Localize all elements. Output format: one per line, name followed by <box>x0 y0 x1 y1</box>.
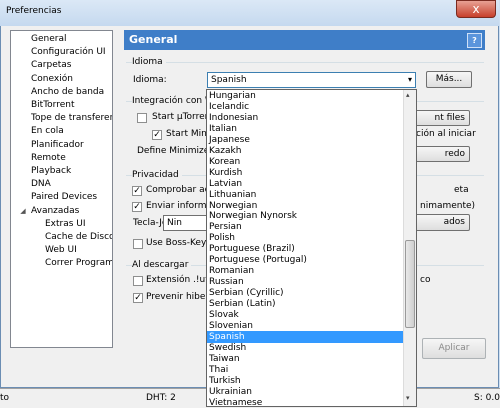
help-button[interactable]: ? <box>467 33 482 48</box>
dropdown-scrollbar[interactable]: ▴ ▾ <box>403 90 416 406</box>
idioma-group-label: Idioma <box>132 57 166 67</box>
tree-item[interactable]: Configuración UI <box>31 46 106 59</box>
association-startup-label: ción al iniciar <box>416 129 476 139</box>
tree-child-item[interactable]: Correr Programa <box>45 257 112 270</box>
window-title: Preferencias <box>6 6 62 16</box>
collapse-expander-icon[interactable]: ◢ <box>19 207 27 215</box>
tree-item[interactable]: Conexión <box>31 73 73 86</box>
tree-item[interactable]: En cola <box>31 125 64 138</box>
tree-item[interactable]: Remote <box>31 152 66 165</box>
tree-item[interactable]: Carpetas <box>31 59 71 72</box>
tree-item[interactable]: Tope de transferencia <box>31 112 112 125</box>
language-select[interactable]: Spanish ▾ <box>207 72 416 88</box>
section-title: General <box>129 33 178 46</box>
tree-item[interactable]: Playback <box>31 165 71 178</box>
tree-item[interactable]: Ancho de banda <box>31 86 104 99</box>
more-languages-button[interactable]: Más... <box>426 71 472 88</box>
boss-key-field[interactable]: Nin <box>163 215 207 231</box>
section-header: General ? <box>124 30 485 50</box>
prevent-hibernate-checkbox[interactable]: ✓ <box>133 293 143 303</box>
start-utorrent-checkbox[interactable] <box>137 113 147 123</box>
scroll-down-icon[interactable]: ▾ <box>406 394 410 402</box>
advanced-button[interactable]: ados <box>410 214 470 231</box>
start-utorrent-label: Start µTorrent <box>152 112 214 122</box>
status-dht: DHT: 2 <box>146 393 176 403</box>
scroll-up-icon[interactable]: ▴ <box>406 91 410 99</box>
redo-button[interactable]: redo <box>410 146 470 162</box>
send-info-checkbox[interactable]: ✓ <box>132 202 142 212</box>
idioma-group-line <box>126 62 484 63</box>
eta-text: eta <box>454 185 469 195</box>
idioma-label: Idioma: <box>133 75 167 85</box>
chevron-down-icon: ▾ <box>407 75 412 84</box>
status-right: S: 0.0 <box>474 393 500 403</box>
download-group-label: Al descargar <box>132 260 192 270</box>
language-option[interactable]: Vietnamese <box>207 397 403 406</box>
co-text: co <box>420 275 431 285</box>
tree-item[interactable]: Paired Devices <box>31 191 97 204</box>
tree-item[interactable]: Avanzadas <box>31 205 79 218</box>
boss-key-pass-checkbox[interactable] <box>133 239 143 249</box>
define-minimize-label: Define Minimize i <box>137 146 215 156</box>
privacy-group-label: Privacidad <box>132 170 182 180</box>
tree-item[interactable]: BitTorrent <box>31 99 75 112</box>
check-updates-checkbox[interactable]: ✓ <box>132 186 142 196</box>
tree-child-item[interactable]: Cache de Disco <box>45 231 112 244</box>
language-select-value: Spanish <box>211 75 247 85</box>
category-tree: General Configuración UI Carpetas Conexión A… <box>10 30 113 348</box>
title-bar[interactable] <box>0 0 499 26</box>
start-minimized-checkbox[interactable]: ✓ <box>152 130 162 140</box>
apply-button[interactable]: Aplicar <box>422 338 486 359</box>
tree-item[interactable]: DNA <box>31 178 51 191</box>
ut-extension-checkbox[interactable] <box>133 276 143 286</box>
close-button[interactable]: x <box>456 0 496 18</box>
scroll-thumb[interactable] <box>405 240 415 328</box>
associate-files-button[interactable]: nt files <box>410 110 470 126</box>
status-left: to <box>0 393 10 403</box>
tree-item[interactable]: Planificador <box>31 139 84 152</box>
language-dropdown-list[interactable]: Hungarian Icelandic Indonesian Italian Japan… <box>206 89 417 407</box>
tree-item[interactable]: General <box>31 33 66 46</box>
anonymous-text: nimamente) <box>420 201 476 211</box>
tree-child-item[interactable]: Extras UI <box>45 218 86 231</box>
tree-child-item[interactable]: Web UI <box>45 244 77 257</box>
boss-key-value: Nin <box>167 218 182 228</box>
